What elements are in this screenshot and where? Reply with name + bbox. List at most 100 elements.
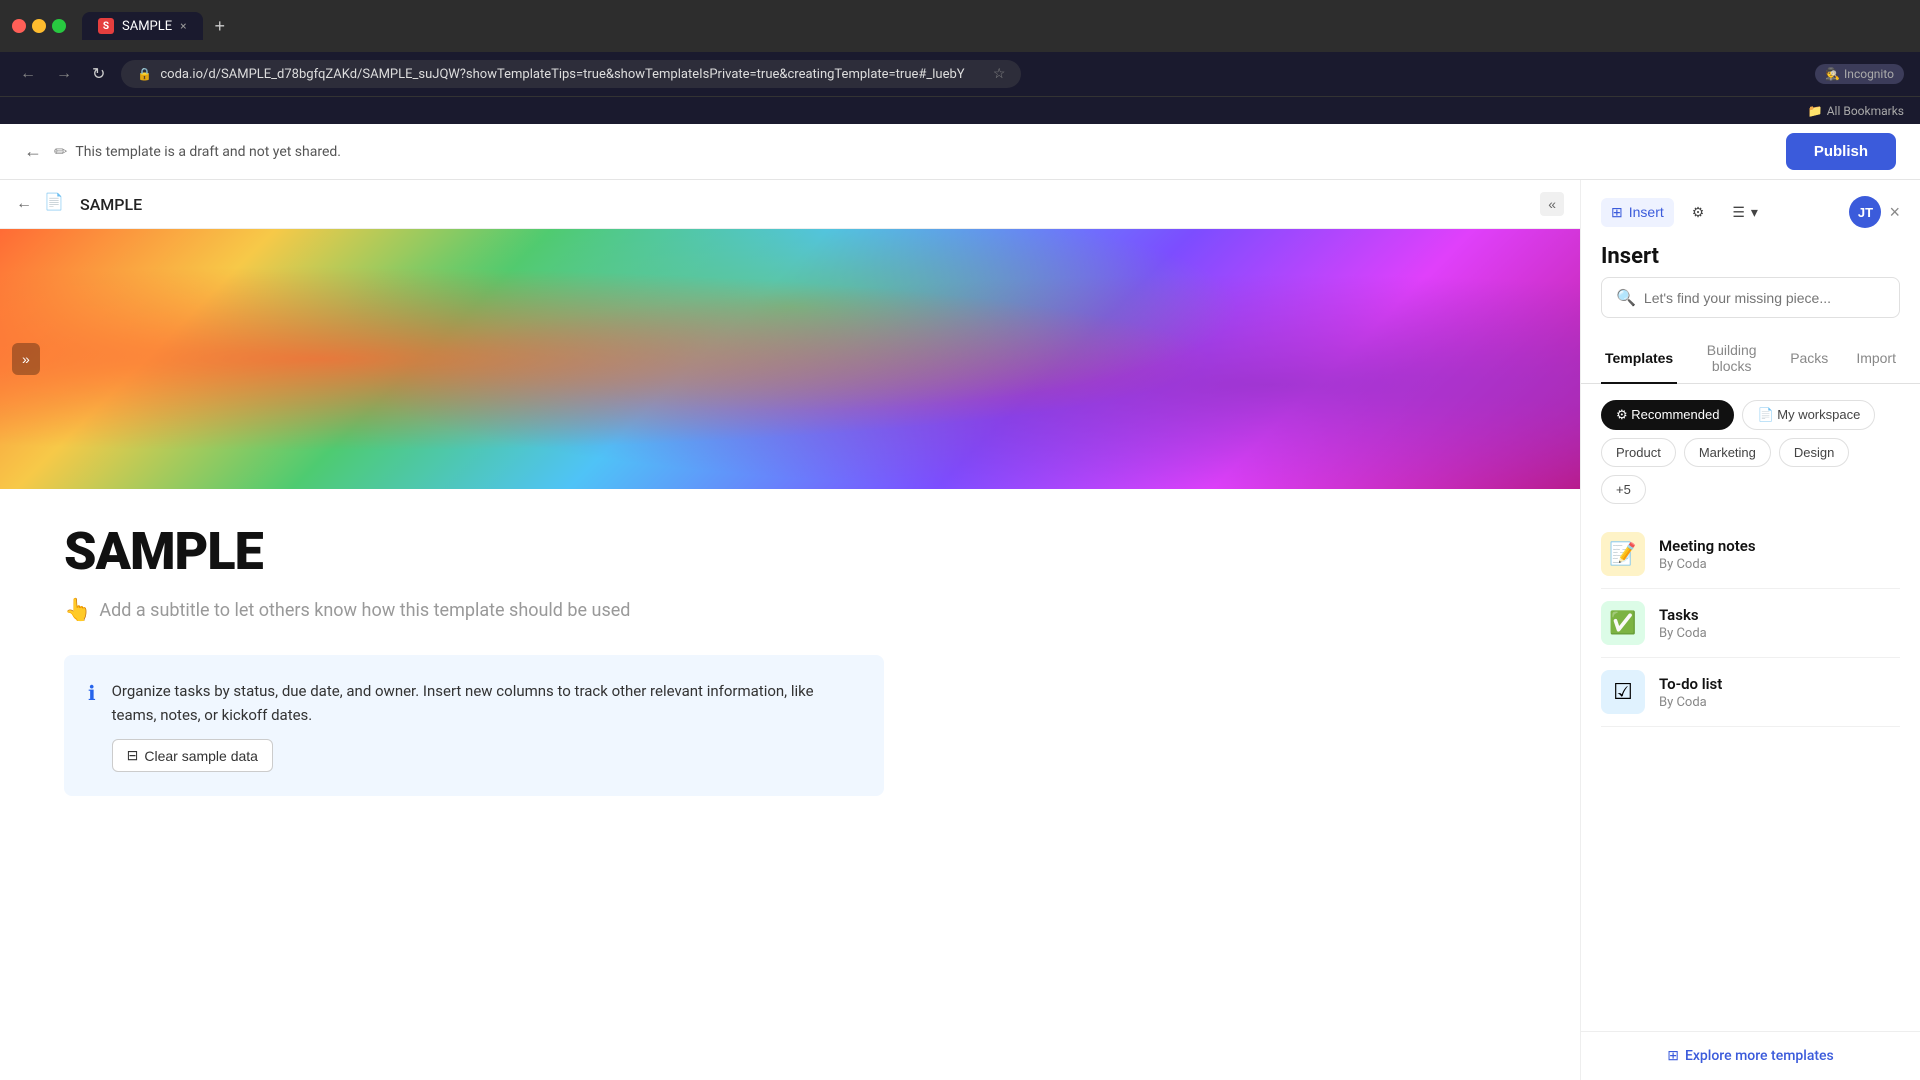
info-icon: ℹ — [88, 681, 96, 705]
info-text: Organize tasks by status, due date, and … — [112, 679, 860, 727]
template-tasks-author: By Coda — [1659, 626, 1900, 641]
template-list: 📝 Meeting notes By Coda ✅ Tasks By Coda — [1581, 512, 1920, 1031]
panel-toolbar: ⊞ Insert ⚙ ☰ ▾ — [1601, 198, 1768, 227]
explore-more-link[interactable]: ⊞ Explore more templates — [1581, 1031, 1920, 1080]
tab-import[interactable]: Import — [1852, 334, 1900, 384]
template-todo-icon: ☑ — [1601, 670, 1645, 714]
incognito-badge: 🕵 Incognito — [1815, 64, 1904, 84]
url-bar[interactable]: 🔒 coda.io/d/SAMPLE_d78bgfqZAKd/SAMPLE_su… — [121, 60, 1021, 88]
sidebar-toggle-button[interactable]: » — [12, 343, 40, 375]
main-layout: ← 📄 SAMPLE « » SAMPLE 👆 Add a subtitle t… — [0, 180, 1920, 1080]
panel-title: Insert — [1581, 228, 1920, 277]
browser-chrome: S SAMPLE × + — [0, 0, 1920, 52]
collapse-panel-button[interactable]: « — [1540, 192, 1564, 216]
clear-btn-label: Clear sample data — [144, 748, 258, 764]
doc-back-button[interactable]: ← — [16, 195, 32, 213]
bookmark-star-icon[interactable]: ☆ — [993, 66, 1006, 82]
list-item[interactable]: ☑ To-do list By Coda — [1601, 658, 1900, 727]
right-panel: ⊞ Insert ⚙ ☰ ▾ JT × Insert 🔍 — [1580, 180, 1920, 1080]
doc-title: SAMPLE — [80, 195, 142, 214]
search-box[interactable]: 🔍 — [1601, 277, 1900, 318]
forward-button[interactable]: → — [52, 61, 76, 87]
settings-button[interactable]: ⚙ — [1682, 198, 1715, 227]
tab-packs[interactable]: Packs — [1786, 334, 1832, 384]
chevron-down-icon: ▾ — [1751, 204, 1758, 221]
tab-templates[interactable]: Templates — [1601, 334, 1677, 384]
tab-close-button[interactable]: × — [180, 19, 186, 33]
browser-actions: 🕵 Incognito — [1815, 64, 1904, 84]
incognito-label: Incognito — [1844, 67, 1894, 81]
info-box-content: Organize tasks by status, due date, and … — [112, 679, 860, 772]
clear-sample-data-button[interactable]: ⊟ Clear sample data — [112, 739, 273, 772]
doc-favicon-icon: 📄 — [44, 192, 68, 216]
hero-image: » — [0, 229, 1580, 489]
bookmarks-bar: 📁 All Bookmarks — [0, 96, 1920, 124]
filter-chips-primary: ⚙ Recommended 📄 My workspace — [1581, 384, 1920, 438]
insert-label: Insert — [1629, 204, 1664, 220]
template-meeting-notes-name: Meeting notes — [1659, 537, 1900, 555]
info-box: ℹ Organize tasks by status, due date, an… — [64, 655, 884, 796]
filter-design[interactable]: Design — [1779, 438, 1849, 467]
back-button[interactable]: ← — [16, 61, 40, 87]
list-item[interactable]: ✅ Tasks By Coda — [1601, 589, 1900, 658]
subtitle-icon: 👆 — [64, 598, 91, 623]
incognito-icon: 🕵 — [1825, 67, 1840, 81]
doc-main-title: SAMPLE — [64, 521, 1516, 582]
tab-title: SAMPLE — [122, 19, 172, 34]
tab-building-blocks[interactable]: Building blocks — [1697, 334, 1766, 384]
all-bookmarks-link[interactable]: 📁 All Bookmarks — [1808, 104, 1904, 118]
user-avatar-button[interactable]: JT — [1849, 196, 1881, 228]
tab-bar: S SAMPLE × + — [82, 12, 1908, 41]
window-minimize-button[interactable] — [32, 19, 46, 33]
address-bar: ← → ↻ 🔒 coda.io/d/SAMPLE_d78bgfqZAKd/SAM… — [0, 52, 1920, 96]
tab-favicon: S — [98, 18, 114, 34]
explore-icon: ⊞ — [1667, 1048, 1679, 1064]
gear-icon: ⚙ — [1692, 204, 1705, 221]
doc-subtitle-placeholder[interactable]: 👆 Add a subtitle to let others know how … — [64, 598, 1516, 623]
template-meeting-notes-author: By Coda — [1659, 557, 1900, 572]
template-todo-name: To-do list — [1659, 675, 1900, 693]
new-tab-button[interactable]: + — [207, 12, 234, 41]
meeting-notes-emoji: 📝 — [1609, 542, 1636, 567]
doc-toolbar: ← 📄 SAMPLE « — [0, 180, 1580, 229]
draft-notice-text: This template is a draft and not yet sha… — [75, 144, 341, 160]
active-tab[interactable]: S SAMPLE × — [82, 12, 203, 40]
clear-btn-icon: ⊟ — [127, 747, 139, 764]
todo-emoji: ☑ — [1613, 680, 1633, 705]
window-controls — [12, 19, 66, 33]
close-panel-button[interactable]: × — [1889, 202, 1900, 223]
window-maximize-button[interactable] — [52, 19, 66, 33]
filter-recommended[interactable]: ⚙ Recommended — [1601, 400, 1734, 430]
search-input[interactable] — [1644, 290, 1885, 306]
recommended-icon: ⚙ — [1616, 407, 1631, 422]
workspace-icon: 📄 — [1757, 407, 1777, 422]
search-icon: 🔍 — [1616, 288, 1636, 307]
template-meeting-notes-info: Meeting notes By Coda — [1659, 537, 1900, 572]
template-meeting-notes-icon: 📝 — [1601, 532, 1645, 576]
filter-my-workspace[interactable]: 📄 My workspace — [1742, 400, 1875, 430]
app-header: ← ✏ This template is a draft and not yet… — [0, 124, 1920, 180]
url-text: coda.io/d/SAMPLE_d78bgfqZAKd/SAMPLE_suJQ… — [160, 67, 984, 82]
template-tasks-icon: ✅ — [1601, 601, 1645, 645]
lock-icon: 🔒 — [137, 67, 152, 81]
bookmarks-icon: 📁 — [1808, 104, 1823, 118]
tasks-emoji: ✅ — [1609, 611, 1636, 636]
insert-icon: ⊞ — [1611, 204, 1623, 221]
publish-button[interactable]: Publish — [1786, 133, 1896, 170]
template-todo-info: To-do list By Coda — [1659, 675, 1900, 710]
reload-button[interactable]: ↻ — [88, 60, 109, 88]
insert-button[interactable]: ⊞ Insert — [1601, 198, 1674, 227]
template-todo-author: By Coda — [1659, 695, 1900, 710]
content-area: ← 📄 SAMPLE « » SAMPLE 👆 Add a subtitle t… — [0, 180, 1580, 1080]
list-item[interactable]: 📝 Meeting notes By Coda — [1601, 520, 1900, 589]
window-close-button[interactable] — [12, 19, 26, 33]
template-tasks-name: Tasks — [1659, 606, 1900, 624]
app-back-button[interactable]: ← — [24, 141, 42, 162]
explore-label: Explore more templates — [1685, 1048, 1834, 1064]
filter-marketing[interactable]: Marketing — [1684, 438, 1771, 467]
comments-button[interactable]: ☰ ▾ — [1722, 198, 1768, 227]
subtitle-placeholder-text: Add a subtitle to let others know how th… — [99, 600, 630, 621]
doc-body: SAMPLE 👆 Add a subtitle to let others kn… — [0, 489, 1580, 828]
filter-product[interactable]: Product — [1601, 438, 1676, 467]
filter-more[interactable]: +5 — [1601, 475, 1646, 504]
